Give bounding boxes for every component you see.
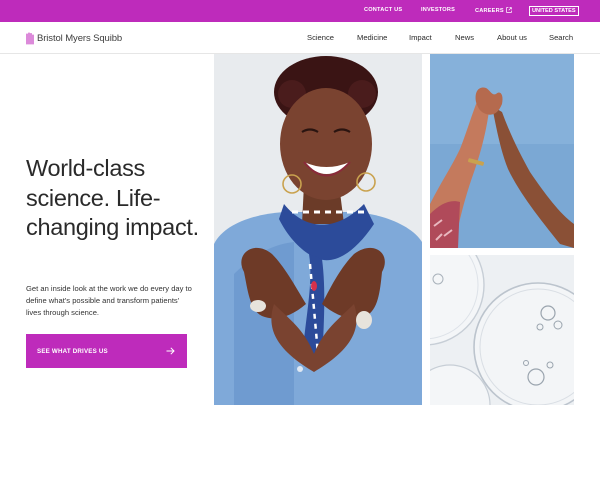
contact-us-link[interactable]: CONTACT US [364, 7, 402, 13]
nav-science[interactable]: Science [307, 33, 334, 42]
cta-label: SEE WHAT DRIVES US [37, 347, 108, 355]
hero-image-hands [430, 54, 574, 248]
nav-news[interactable]: News [455, 33, 474, 42]
hero-description: Get an inside look at the work we do eve… [26, 284, 192, 317]
brand-logo[interactable]: Bristol Myers Squibb [25, 30, 122, 46]
hero-image-petri-dish [430, 255, 574, 405]
careers-link-label: CAREERS [475, 8, 504, 14]
brand-name: Bristol Myers Squibb [37, 32, 123, 44]
country-selector[interactable]: UNITED STATES [529, 6, 579, 16]
investors-link[interactable]: INVESTORS [421, 7, 455, 13]
nav-medicine[interactable]: Medicine [357, 33, 387, 42]
external-link-icon [506, 7, 512, 13]
hero-title: World-class science. Life-changing impac… [26, 155, 199, 240]
nav-about-us[interactable]: About us [497, 33, 527, 42]
utility-bar: CONTACT US INVESTORS CAREERS UNITED STAT… [0, 0, 600, 22]
hero-image-woman [214, 54, 422, 405]
arrow-right-icon [166, 347, 175, 355]
nav-impact[interactable]: Impact [409, 33, 432, 42]
bms-logo-icon [26, 31, 34, 45]
main-header: Bristol Myers Squibb Science Medicine Im… [0, 22, 600, 54]
see-what-drives-us-button[interactable]: SEE WHAT DRIVES US [26, 334, 187, 368]
careers-link[interactable]: CAREERS [475, 7, 512, 14]
nav-search[interactable]: Search [549, 33, 573, 42]
